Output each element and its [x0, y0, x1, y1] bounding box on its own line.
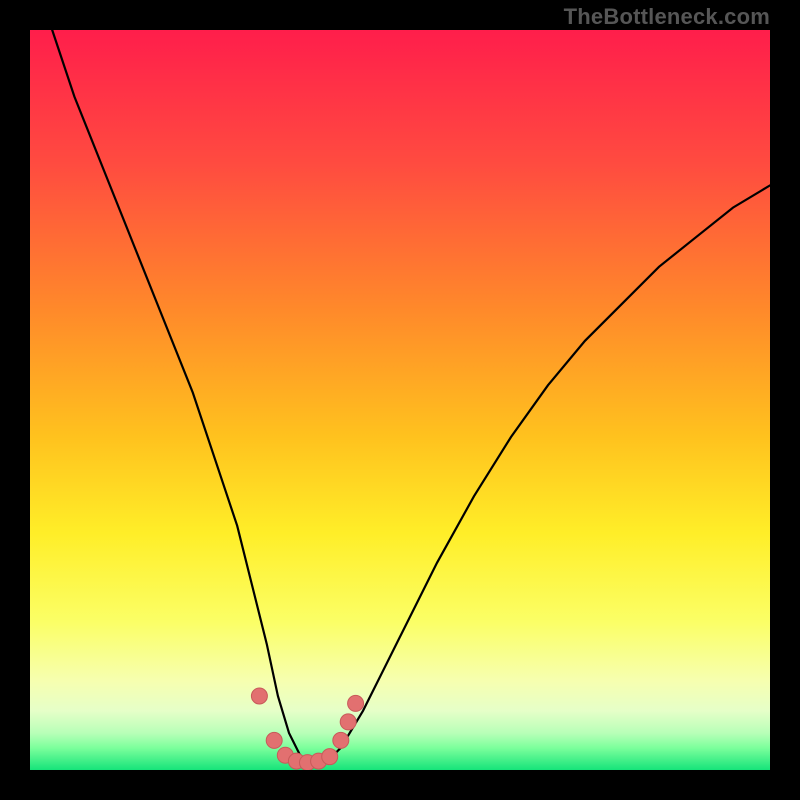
- bottleneck-curve: [30, 30, 770, 763]
- curve-layer: [30, 30, 770, 770]
- marker-dot: [322, 749, 338, 765]
- watermark-text: TheBottleneck.com: [564, 4, 770, 30]
- chart-container: TheBottleneck.com: [0, 0, 800, 800]
- marker-dot: [333, 732, 349, 748]
- valley-markers: [251, 688, 363, 770]
- marker-dot: [348, 695, 364, 711]
- marker-dot: [340, 714, 356, 730]
- plot-area: [30, 30, 770, 770]
- marker-dot: [266, 732, 282, 748]
- marker-dot: [251, 688, 267, 704]
